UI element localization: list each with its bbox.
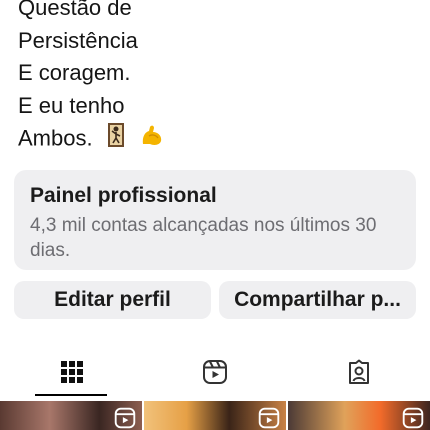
panel-subtitle: 4,3 mil contas alcançadas nos últimos 30… <box>30 215 377 261</box>
reels-icon <box>402 407 424 430</box>
bio-line-with-emoji: Ambos. <box>18 122 165 158</box>
edit-profile-button[interactable]: Editar perfil <box>14 281 211 319</box>
posts-grid <box>0 401 430 430</box>
bio-line: E eu tenho <box>18 92 125 118</box>
reels-icon <box>202 359 228 390</box>
reels-icon <box>114 407 136 430</box>
tab-tagged[interactable] <box>287 350 430 398</box>
tagged-icon <box>346 359 372 390</box>
bio-line: Ambos. <box>18 125 93 151</box>
flexed-biceps-icon <box>139 122 165 158</box>
active-tab-indicator <box>35 394 107 396</box>
grid-icon <box>60 360 84 389</box>
professional-dashboard-panel[interactable]: Painel profissional 4,3 mil contas alcan… <box>14 170 416 270</box>
bio-line: Questão de <box>18 0 132 20</box>
panel-title: Painel profissional <box>30 184 217 207</box>
profile-tabs <box>0 350 430 398</box>
bio-line: E coragem. <box>18 60 131 85</box>
tab-reels[interactable] <box>143 350 286 398</box>
post-thumbnail[interactable] <box>0 401 142 430</box>
post-thumbnail[interactable] <box>288 401 430 430</box>
person-climbing-icon <box>105 122 127 158</box>
reels-icon <box>258 407 280 430</box>
share-profile-button[interactable]: Compartilhar p... <box>219 281 416 319</box>
post-thumbnail[interactable] <box>144 401 286 430</box>
profile-bio: Questão de Persistência E coragem. E eu … <box>18 0 165 158</box>
tab-posts-grid[interactable] <box>0 350 143 398</box>
bio-line: Persistência <box>18 27 138 53</box>
